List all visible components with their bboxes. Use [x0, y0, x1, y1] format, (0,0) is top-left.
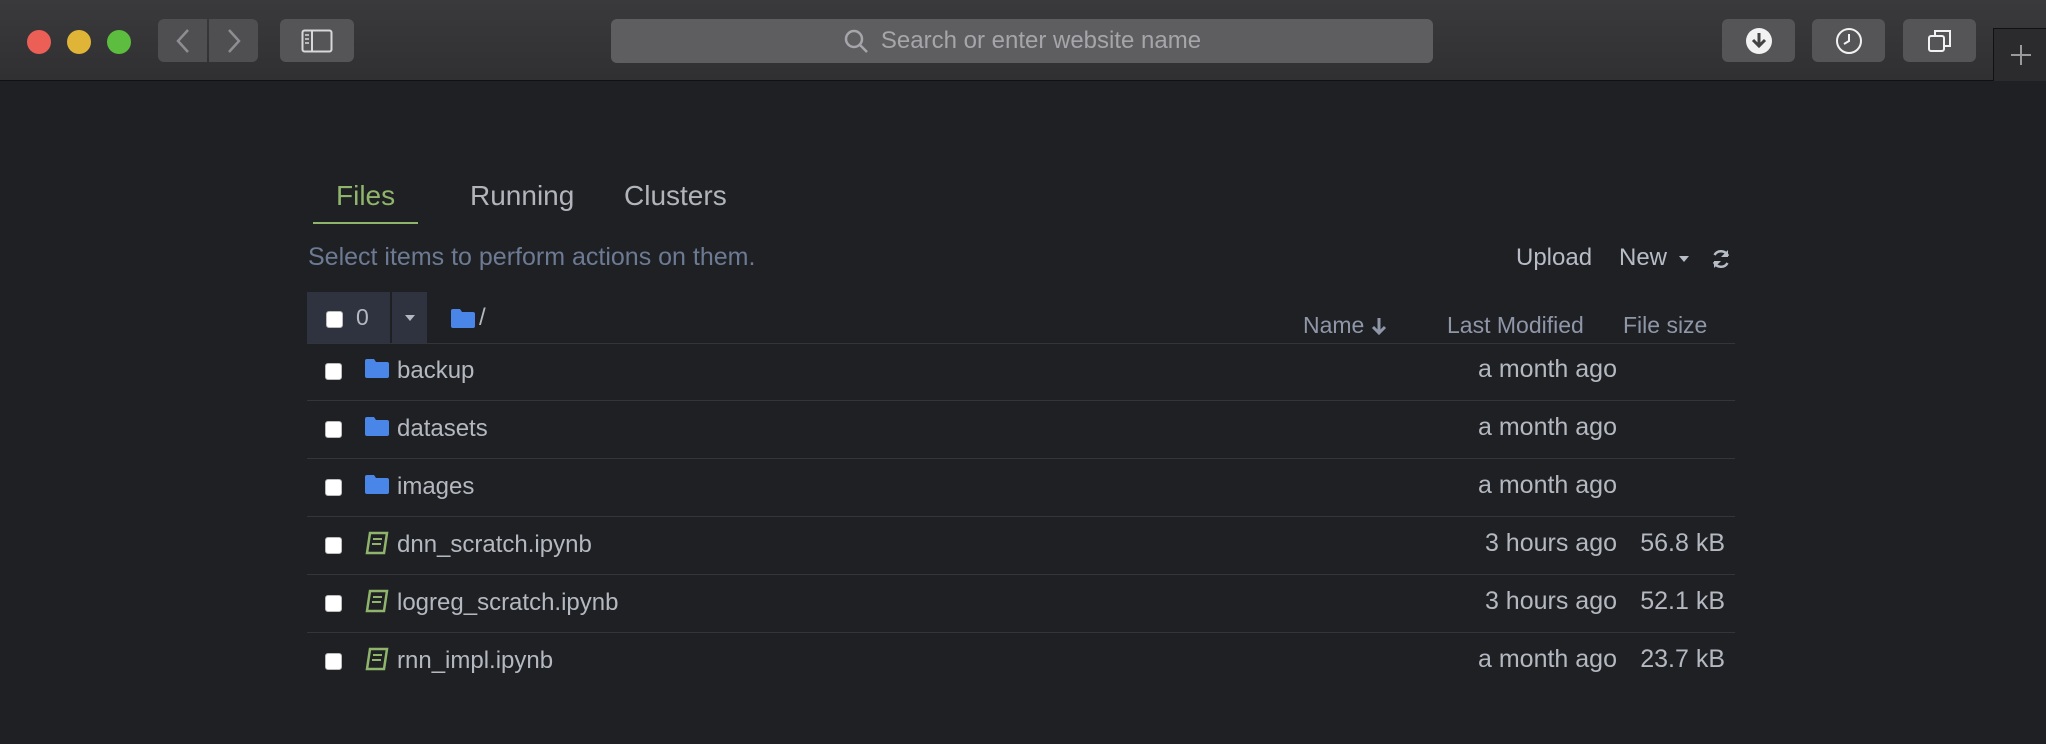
folder-icon [365, 359, 389, 378]
plus-icon [2010, 45, 2031, 65]
row-checkbox[interactable] [325, 537, 342, 554]
refresh-button[interactable] [1710, 248, 1732, 275]
row-checkbox[interactable] [325, 479, 342, 496]
sort-by-modified-button[interactable]: Last Modified [1447, 312, 1584, 339]
tabs-overview-icon [1927, 29, 1951, 52]
new-tab-button[interactable] [1993, 28, 2046, 81]
chevron-left-icon [175, 28, 189, 53]
tab-files[interactable]: Files [313, 170, 419, 224]
upload-button[interactable]: Upload [1516, 244, 1592, 272]
breadcrumb-root: / [479, 304, 486, 331]
address-bar[interactable]: Search or enter website name [611, 19, 1433, 63]
navigation-buttons [158, 19, 259, 62]
item-modified: a month ago [1478, 413, 1617, 441]
item-name[interactable]: backup [397, 357, 474, 385]
download-icon [1745, 27, 1772, 54]
select-all-checkbox[interactable] [326, 311, 343, 328]
folder-icon [365, 417, 389, 436]
caret-down-icon [1678, 255, 1689, 262]
forward-button[interactable] [209, 19, 258, 62]
item-name[interactable]: images [397, 473, 474, 501]
item-name[interactable]: datasets [397, 415, 488, 443]
sidebar-toggle-button[interactable] [280, 19, 354, 62]
sort-by-size-button[interactable]: File size [1623, 312, 1707, 339]
chevron-right-icon [227, 28, 241, 53]
selection-menu-button[interactable] [392, 292, 427, 343]
address-placeholder: Search or enter website name [880, 27, 1202, 54]
notebook-icon [365, 647, 389, 671]
clock-icon [1835, 27, 1862, 54]
history-button[interactable] [1812, 19, 1885, 62]
breadcrumb[interactable]: / [450, 304, 486, 332]
sort-by-name-button[interactable]: Name [1303, 312, 1388, 339]
select-all-area: 0 [307, 292, 390, 343]
minimize-window-button[interactable] [67, 30, 91, 54]
notebook-icon [365, 589, 389, 613]
selection-hint: Select items to perform actions on them. [308, 243, 756, 271]
item-size: 56.8 kB [1640, 529, 1725, 557]
item-modified: 3 hours ago [1484, 587, 1617, 615]
tab-clusters[interactable]: Clusters [601, 170, 750, 222]
list-item[interactable]: images a month ago [307, 459, 1735, 517]
list-item[interactable]: datasets a month ago [307, 401, 1735, 459]
new-label: New [1619, 244, 1668, 271]
item-modified: a month ago [1478, 355, 1617, 383]
search-icon [844, 29, 868, 53]
notebook-icon [365, 531, 389, 555]
title-bar: Search or enter website name [0, 0, 2046, 81]
selection-control: 0 [307, 292, 427, 343]
item-modified: a month ago [1478, 471, 1617, 499]
item-modified: 3 hours ago [1484, 529, 1617, 557]
list-item[interactable]: dnn_scratch.ipynb 3 hours ago 56.8 kB [307, 517, 1735, 575]
file-list-header: 0 / Name Last Modified File size [307, 292, 1735, 344]
show-tabs-button[interactable] [1903, 19, 1976, 62]
item-modified: a month ago [1478, 645, 1617, 673]
row-checkbox[interactable] [325, 653, 342, 670]
arrow-down-icon [1372, 317, 1387, 335]
maximize-window-button[interactable] [107, 30, 131, 54]
new-dropdown-button[interactable]: New [1619, 244, 1690, 272]
item-size: 52.1 kB [1640, 587, 1725, 615]
caret-down-icon [404, 314, 415, 321]
list-item[interactable]: rnn_impl.ipynb a month ago 23.7 kB [307, 633, 1735, 690]
browser-window: Search or enter website name Files Runni… [0, 0, 2046, 744]
folder-icon [451, 309, 475, 328]
downloads-button[interactable] [1722, 19, 1795, 62]
file-list: backup a month ago datasets a month ago … [307, 343, 1735, 690]
column-name-label: Name [1303, 312, 1365, 338]
item-name[interactable]: logreg_scratch.ipynb [397, 589, 618, 617]
list-item[interactable]: logreg_scratch.ipynb 3 hours ago 52.1 kB [307, 575, 1735, 633]
row-checkbox[interactable] [325, 595, 342, 612]
row-checkbox[interactable] [325, 421, 342, 438]
back-button[interactable] [158, 19, 207, 62]
selected-count: 0 [356, 304, 369, 330]
item-name[interactable]: rnn_impl.ipynb [397, 647, 553, 675]
item-size: 23.7 kB [1640, 645, 1725, 673]
item-name[interactable]: dnn_scratch.ipynb [397, 531, 592, 559]
folder-icon [365, 475, 389, 494]
list-item[interactable]: backup a month ago [307, 343, 1735, 401]
row-checkbox[interactable] [325, 363, 342, 380]
refresh-icon [1712, 249, 1730, 269]
sidebar-icon [301, 29, 333, 52]
close-window-button[interactable] [27, 30, 51, 54]
tab-running[interactable]: Running [447, 170, 597, 222]
